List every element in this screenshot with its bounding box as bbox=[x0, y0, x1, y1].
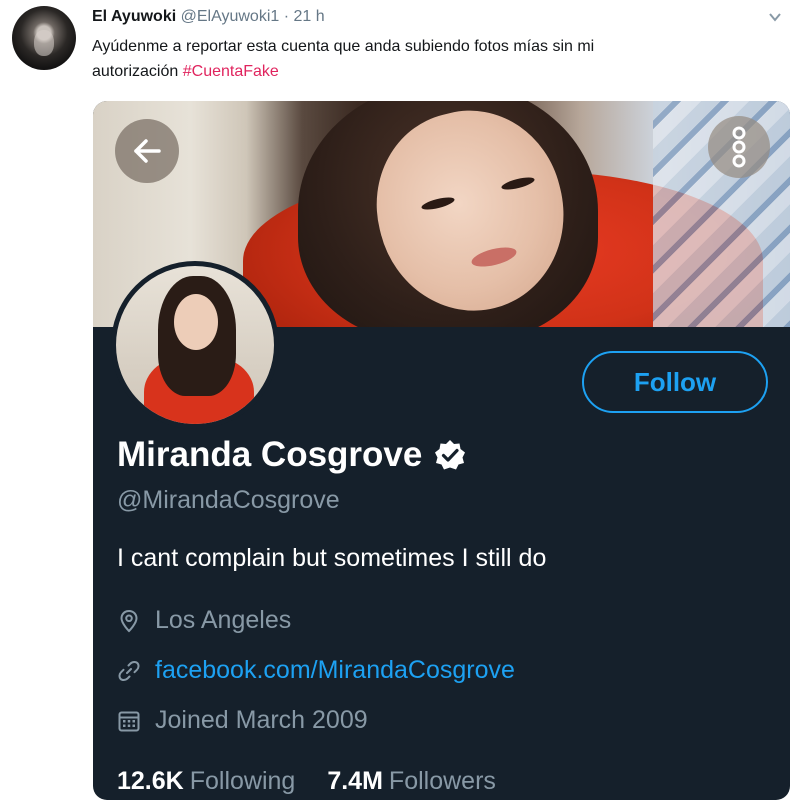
profile-url-link[interactable]: facebook.com/MirandaCosgrove bbox=[155, 656, 515, 685]
follow-button[interactable]: Follow bbox=[582, 351, 768, 413]
verified-badge-icon bbox=[435, 440, 466, 470]
profile-location-row: Los Angeles bbox=[117, 606, 291, 635]
chevron-down-icon[interactable] bbox=[768, 10, 782, 24]
followers-count: 7.4M bbox=[327, 767, 383, 795]
followers-stat[interactable]: 7.4M Followers bbox=[327, 767, 496, 796]
following-label: Following bbox=[189, 767, 296, 795]
profile-url-row: facebook.com/MirandaCosgrove bbox=[117, 656, 515, 685]
tweet-text: Ayúdenme a reportar esta cuenta que anda… bbox=[92, 34, 742, 84]
profile-screen-name: @MirandaCosgrove bbox=[117, 486, 340, 514]
location-pin-icon bbox=[120, 609, 138, 632]
link-icon bbox=[118, 660, 140, 681]
arrow-left-icon bbox=[134, 139, 161, 163]
profile-stats: 12.6K Following 7.4M Followers bbox=[117, 767, 496, 796]
author-avatar[interactable] bbox=[12, 6, 76, 70]
following-count: 12.6K bbox=[117, 767, 184, 795]
profile-display-name: Miranda Cosgrove bbox=[117, 435, 423, 474]
back-button[interactable] bbox=[115, 119, 179, 183]
separator-dot: · bbox=[283, 8, 290, 25]
profile-display-name-row: Miranda Cosgrove bbox=[117, 435, 466, 475]
more-options-button[interactable] bbox=[708, 116, 770, 178]
more-vertical-icon bbox=[732, 126, 746, 168]
tweet-timestamp[interactable]: 21 h bbox=[294, 8, 325, 25]
tweet-text-line2: autorización bbox=[92, 63, 179, 80]
calendar-icon bbox=[118, 711, 140, 731]
following-stat[interactable]: 12.6K Following bbox=[117, 767, 295, 796]
profile-screenshot-card[interactable]: Follow Miranda Cosgrove @MirandaCosgrove… bbox=[93, 101, 790, 800]
followers-label: Followers bbox=[388, 767, 496, 795]
author-name[interactable]: El Ayuwoki bbox=[92, 8, 176, 25]
profile-joined-row: Joined March 2009 bbox=[117, 706, 368, 735]
profile-bio: I cant complain but sometimes I still do bbox=[117, 544, 547, 572]
profile-joined-date: Joined March 2009 bbox=[155, 706, 368, 734]
tweet-text-line1: Ayúdenme a reportar esta cuenta que anda… bbox=[92, 38, 595, 55]
tweet-header: El Ayuwoki @ElAyuwoki1 · 21 h bbox=[92, 8, 325, 26]
profile-location: Los Angeles bbox=[155, 606, 292, 634]
author-handle[interactable]: @ElAyuwoki1 bbox=[181, 8, 280, 25]
hashtag-link[interactable]: #CuentaFake bbox=[183, 63, 279, 80]
profile-avatar[interactable] bbox=[111, 261, 279, 429]
